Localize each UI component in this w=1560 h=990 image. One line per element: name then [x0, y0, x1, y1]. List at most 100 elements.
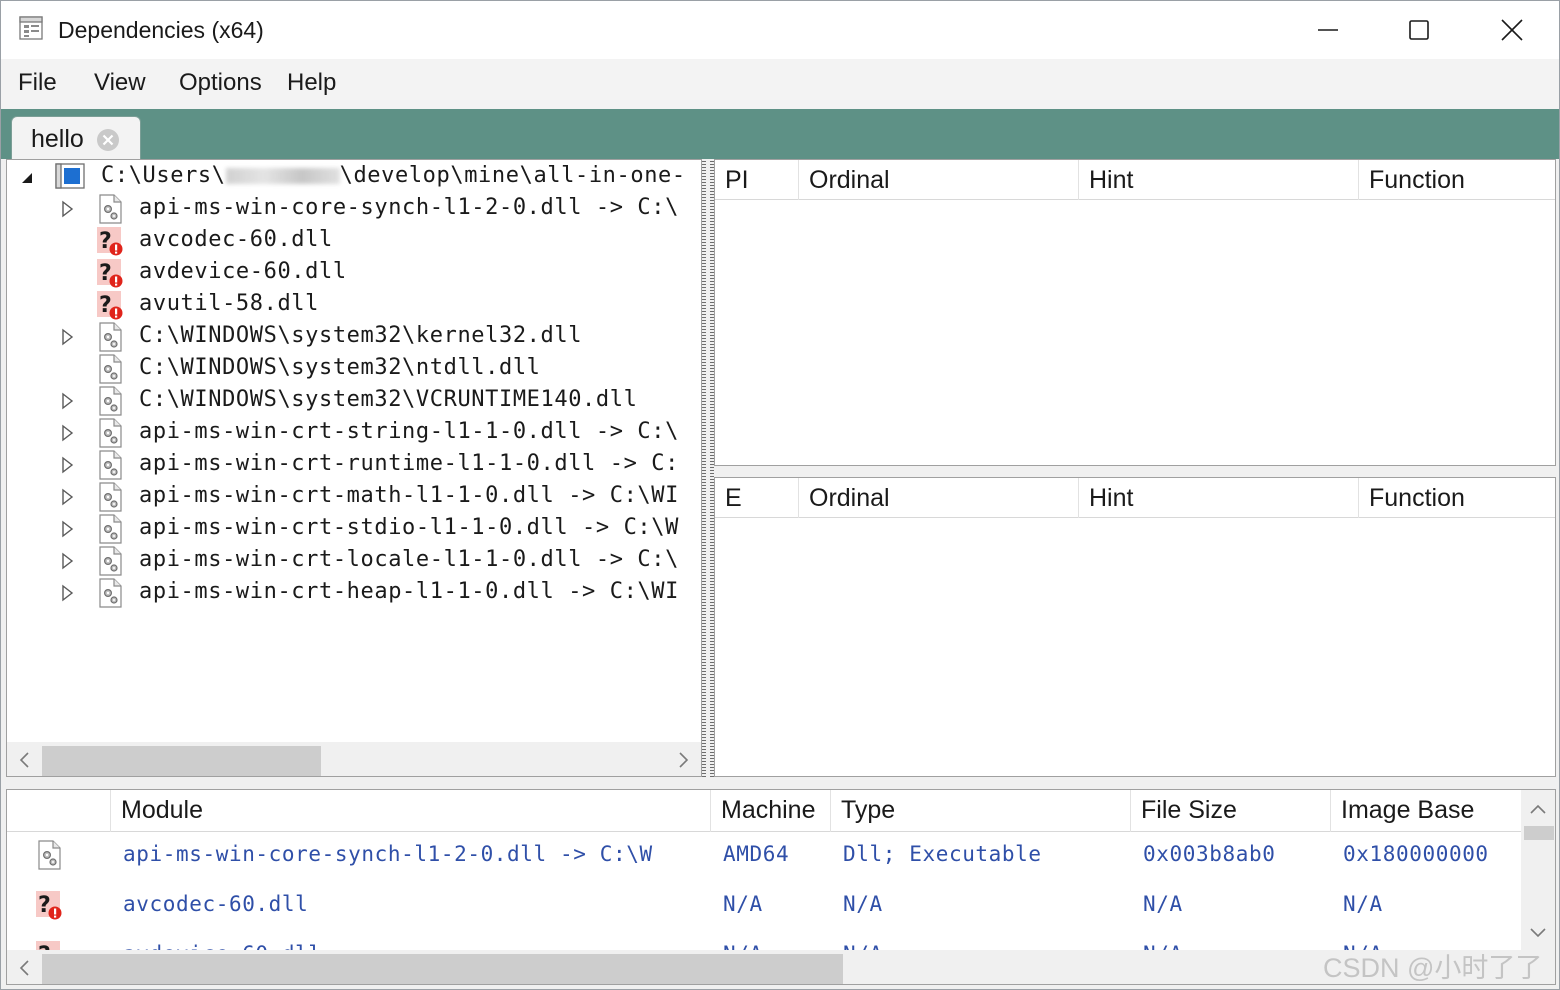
close-button[interactable] [1477, 5, 1547, 55]
close-icon [1501, 19, 1523, 41]
tree-item-label: api-ms-win-crt-string-l1-1-0.dll -> C:\ [139, 419, 679, 444]
tree-item[interactable]: api-ms-win-crt-locale-l1-1-0.dll -> C:\ [7, 544, 701, 576]
scroll-up-icon[interactable] [1528, 800, 1548, 820]
expand-arrow-icon[interactable] [61, 488, 75, 506]
scroll-left-icon[interactable] [15, 958, 35, 978]
tree-item[interactable]: api-ms-win-crt-heap-l1-1-0.dll -> C:\WI [7, 576, 701, 608]
expand-arrow-icon[interactable] [61, 392, 75, 410]
exports-table[interactable]: E Ordinal Hint Function [714, 477, 1556, 777]
tree-item-label: avdevice-60.dll [139, 259, 347, 284]
tree-item[interactable]: api-ms-win-crt-math-l1-1-0.dll -> C:\WI [7, 480, 701, 512]
cell-file-size: 0x003b8ab0 [1143, 842, 1276, 866]
dll-gear-icon [96, 578, 124, 608]
cell-machine: N/A [723, 892, 763, 916]
exports-table-header: E Ordinal Hint Function [715, 478, 1555, 518]
exports-col-hint[interactable]: Hint [1079, 478, 1359, 518]
watermark: CSDN @小时了了 [1323, 953, 1543, 983]
missing-module-icon [96, 290, 124, 320]
imports-col-pi[interactable]: PI [715, 160, 799, 200]
menu-file[interactable]: File [18, 69, 57, 97]
expand-arrow-icon[interactable] [61, 424, 75, 442]
tree-item[interactable]: avutil-58.dll [7, 288, 701, 320]
expand-arrow-icon[interactable] [61, 584, 75, 602]
expand-arrow-icon[interactable] [61, 456, 75, 474]
scroll-left-icon[interactable] [15, 750, 35, 770]
table-row[interactable]: avcodec-60.dll N/A N/A N/A N/A [7, 882, 1521, 932]
tree-item-label: C:\WINDOWS\system32\ntdll.dll [139, 355, 541, 380]
tree-item[interactable]: avcodec-60.dll [7, 224, 701, 256]
close-circle-icon[interactable] [96, 128, 120, 152]
cell-image-base: N/A [1343, 892, 1383, 916]
missing-module-icon [35, 890, 63, 920]
modules-col-machine[interactable]: Machine [711, 790, 831, 832]
modules-scroll-thumb[interactable] [42, 954, 843, 984]
window-title: Dependencies (x64) [58, 17, 264, 43]
expand-arrow-icon[interactable] [61, 200, 75, 218]
tree-item-label: avutil-58.dll [139, 291, 319, 316]
modules-table-header: Module Machine Type File Size Image Base [7, 790, 1521, 832]
module-tree[interactable]: C:\Users\ \develop\mine\all-in-one- api-m… [6, 159, 702, 777]
missing-module-icon [96, 226, 124, 256]
tree-root[interactable]: C:\Users\ \develop\mine\all-in-one- [7, 160, 701, 192]
cell-machine: AMD64 [723, 842, 790, 866]
missing-module-icon [96, 258, 124, 288]
modules-vertical-scrollbar[interactable] [1521, 790, 1555, 950]
tree-item[interactable]: C:\WINDOWS\system32\kernel32.dll [7, 320, 701, 352]
modules-col-image-base[interactable]: Image Base [1331, 790, 1521, 832]
maximize-button[interactable] [1384, 5, 1454, 55]
tab-hello[interactable]: hello [11, 116, 141, 161]
cell-module: api-ms-win-core-synch-l1-2-0.dll -> C:\W [123, 842, 653, 866]
tree-item[interactable]: api-ms-win-core-synch-l1-2-0.dll -> C:\ [7, 192, 701, 224]
cell-type: N/A [843, 892, 883, 916]
tab-label: hello [31, 125, 84, 153]
tree-item-label: C:\WINDOWS\system32\VCRUNTIME140.dll [139, 387, 638, 412]
modules-col-type[interactable]: Type [831, 790, 1131, 832]
modules-vscroll-thumb[interactable] [1524, 826, 1554, 840]
menu-view[interactable]: View [94, 69, 146, 97]
expand-arrow-icon[interactable] [61, 328, 75, 346]
tree-item-label: api-ms-win-crt-runtime-l1-1-0.dll -> C: [139, 451, 679, 476]
dependencies-window: Dependencies (x64) File View Options Hel… [0, 0, 1560, 990]
imports-col-ordinal[interactable]: Ordinal [799, 160, 1079, 200]
tree-item[interactable]: avdevice-60.dll [7, 256, 701, 288]
vertical-splitter[interactable] [702, 159, 714, 777]
minimize-icon [1318, 29, 1338, 31]
menu-help[interactable]: Help [287, 69, 336, 97]
tree-item-label: avcodec-60.dll [139, 227, 333, 252]
modules-col-icon[interactable] [7, 790, 111, 832]
tree-item[interactable]: api-ms-win-crt-string-l1-1-0.dll -> C:\ [7, 416, 701, 448]
tree-item[interactable]: C:\WINDOWS\system32\VCRUNTIME140.dll [7, 384, 701, 416]
imports-col-function[interactable]: Function [1359, 160, 1555, 200]
imports-table[interactable]: PI Ordinal Hint Function [714, 159, 1556, 466]
imports-col-hint[interactable]: Hint [1079, 160, 1359, 200]
modules-col-module[interactable]: Module [111, 790, 711, 832]
tree-item[interactable]: api-ms-win-crt-runtime-l1-1-0.dll -> C: [7, 448, 701, 480]
dll-gear-icon [96, 514, 124, 544]
tree-scroll-thumb[interactable] [42, 746, 321, 776]
exports-col-e[interactable]: E [715, 478, 799, 518]
dll-gear-icon [96, 546, 124, 576]
tree-item[interactable]: api-ms-win-crt-stdio-l1-1-0.dll -> C:\W [7, 512, 701, 544]
modules-col-file-size[interactable]: File Size [1131, 790, 1331, 832]
table-row[interactable]: api-ms-win-core-synch-l1-2-0.dll -> C:\W… [7, 832, 1521, 882]
tree-horizontal-scrollbar[interactable] [7, 742, 701, 776]
collapse-arrow-icon[interactable] [20, 169, 34, 187]
minimize-button[interactable] [1293, 5, 1363, 55]
document-tab-strip: hello [1, 109, 1559, 161]
redacted-username [225, 168, 340, 184]
tree-item[interactable]: C:\WINDOWS\system32\ntdll.dll [7, 352, 701, 384]
dll-gear-icon [96, 354, 124, 384]
scroll-down-icon[interactable] [1528, 922, 1548, 942]
dll-gear-icon [96, 386, 124, 416]
scroll-right-icon[interactable] [673, 750, 693, 770]
exports-col-ordinal[interactable]: Ordinal [799, 478, 1079, 518]
cell-file-size: N/A [1143, 892, 1183, 916]
tree-item-label: api-ms-win-crt-heap-l1-1-0.dll -> C:\WI [139, 579, 679, 604]
maximize-icon [1409, 20, 1429, 40]
title-bar: Dependencies (x64) [1, 1, 1559, 59]
expand-arrow-icon[interactable] [61, 520, 75, 538]
dll-gear-icon [96, 322, 124, 352]
menu-options[interactable]: Options [179, 69, 262, 97]
expand-arrow-icon[interactable] [61, 552, 75, 570]
exports-col-function[interactable]: Function [1359, 478, 1555, 518]
